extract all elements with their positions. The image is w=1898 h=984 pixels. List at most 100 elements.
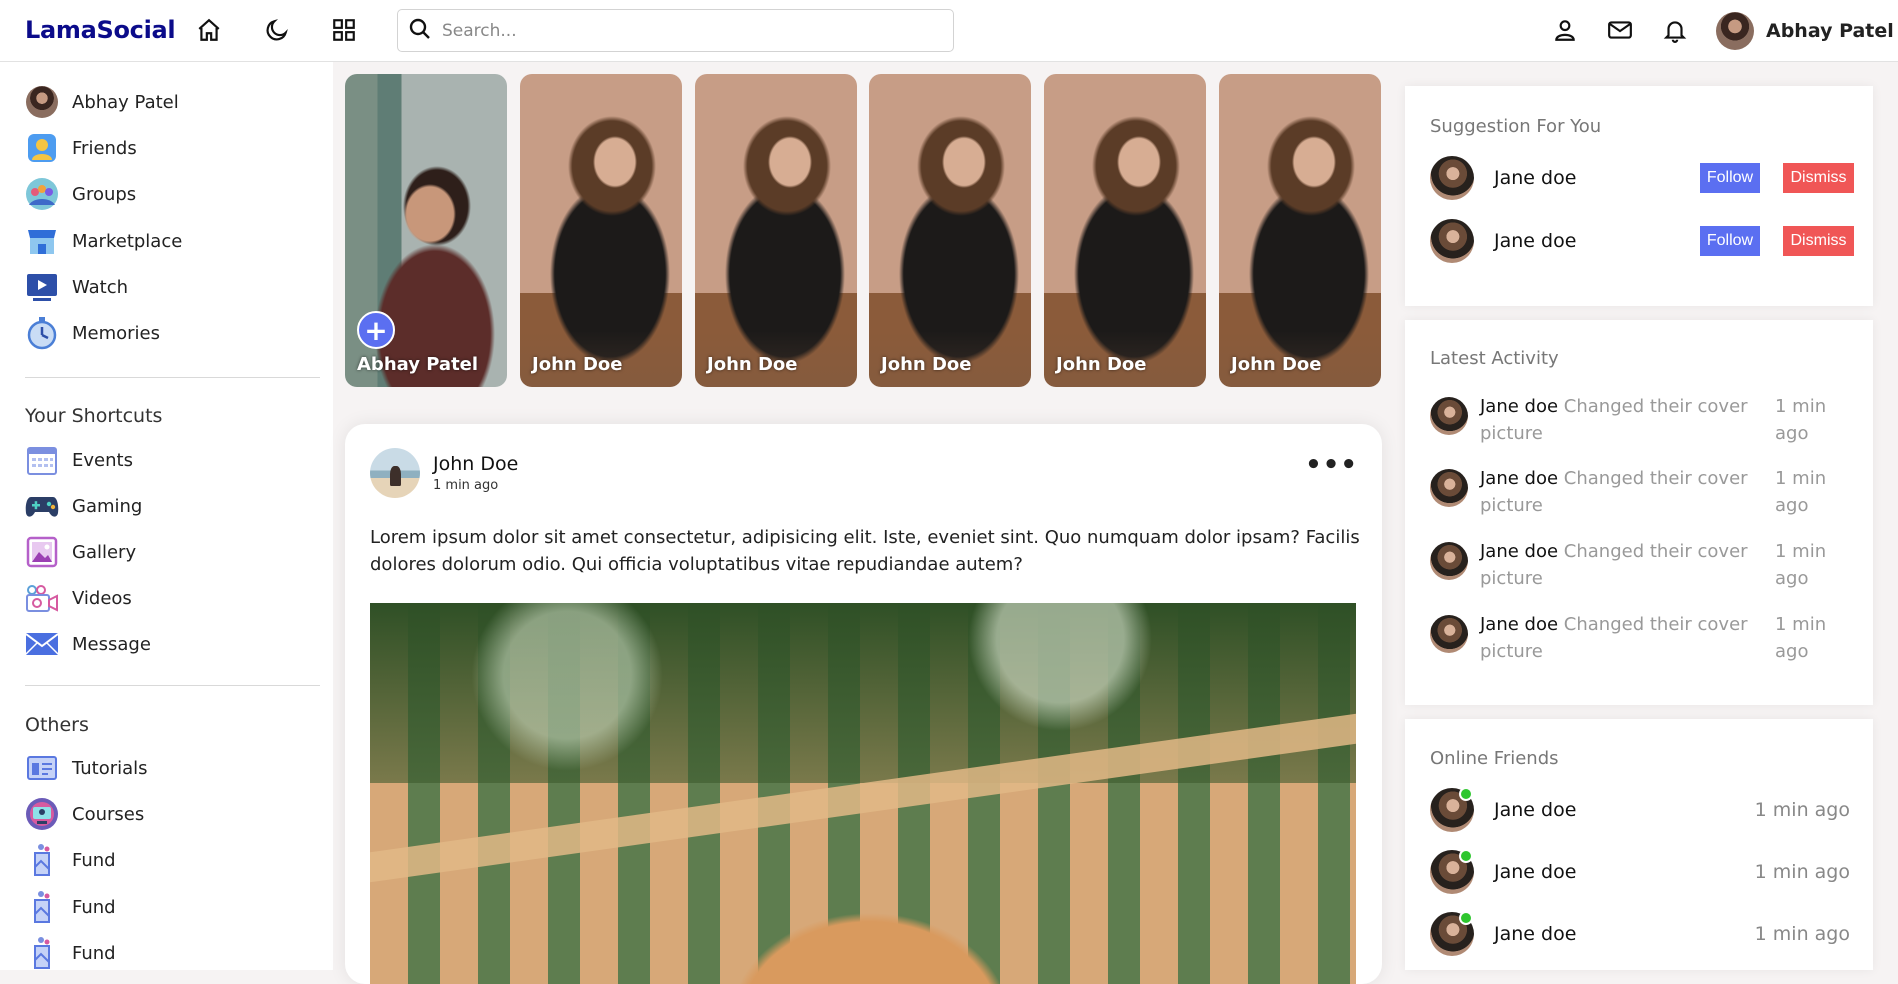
logo[interactable]: LamaSocial bbox=[25, 16, 176, 44]
videos-icon bbox=[25, 581, 59, 615]
fund-icon bbox=[25, 936, 59, 970]
activity-name[interactable]: Jane doe bbox=[1480, 468, 1558, 489]
online-friend-name: Jane doe bbox=[1494, 799, 1577, 821]
user-name: Abhay Patel bbox=[1766, 20, 1894, 42]
story-card[interactable]: John Doe bbox=[869, 74, 1031, 387]
sidebar-item-label: Fund bbox=[72, 942, 116, 964]
sidebar-item-fund[interactable]: Fund bbox=[25, 842, 116, 878]
avatar[interactable] bbox=[1430, 469, 1468, 507]
activity-time: 1 min ago bbox=[1775, 468, 1827, 516]
sidebar-item-memories[interactable]: Memories bbox=[25, 315, 160, 351]
post-author[interactable]: John Doe bbox=[433, 453, 518, 475]
suggestion-item: Jane doe Follow Dismiss bbox=[1430, 219, 1854, 263]
sidebar-item-groups[interactable]: Groups bbox=[25, 176, 136, 212]
home-icon[interactable] bbox=[193, 14, 225, 46]
sidebar-item-events[interactable]: Events bbox=[25, 442, 133, 478]
avatar[interactable] bbox=[370, 448, 420, 498]
online-friend-time: 1 min ago bbox=[1754, 923, 1850, 945]
memories-icon bbox=[25, 316, 59, 350]
sidebar-item-friends[interactable]: Friends bbox=[25, 130, 137, 166]
activity-name[interactable]: Jane doe bbox=[1480, 614, 1558, 635]
online-friend-item[interactable]: Jane doe 1 min ago bbox=[1430, 849, 1850, 894]
search-box[interactable] bbox=[397, 9, 954, 52]
message-icon bbox=[25, 627, 59, 661]
user-icon[interactable] bbox=[1549, 14, 1581, 46]
sidebar-item-courses[interactable]: Courses bbox=[25, 796, 144, 832]
fund-icon bbox=[25, 843, 59, 877]
bell-icon[interactable] bbox=[1659, 14, 1691, 46]
divider bbox=[25, 377, 320, 378]
avatar bbox=[1716, 12, 1754, 50]
moon-icon[interactable] bbox=[261, 14, 293, 46]
avatar[interactable] bbox=[1430, 542, 1468, 580]
sidebar-item-videos[interactable]: Videos bbox=[25, 580, 132, 616]
suggestion-name[interactable]: Jane doe bbox=[1494, 167, 1576, 189]
navbar: LamaSocial Abhay Patel bbox=[0, 0, 1898, 62]
post-card: John Doe 1 min ago ••• Lorem ipsum dolor… bbox=[345, 424, 1382, 984]
grid-icon[interactable] bbox=[328, 14, 360, 46]
story-card[interactable]: John Doe bbox=[695, 74, 857, 387]
activity-time: 1 min ago bbox=[1775, 396, 1827, 444]
online-status-dot bbox=[1459, 787, 1473, 801]
sidebar-item-profile[interactable]: Abhay Patel bbox=[25, 84, 179, 120]
activity-card: Latest Activity Jane doe Changed their c… bbox=[1405, 320, 1873, 705]
dismiss-button[interactable]: Dismiss bbox=[1783, 226, 1854, 256]
activity-item: Jane doe Changed their cover picture 1 m… bbox=[1430, 465, 1850, 519]
avatar[interactable] bbox=[1430, 397, 1468, 435]
dismiss-button[interactable]: Dismiss bbox=[1783, 163, 1854, 193]
story-card[interactable]: John Doe bbox=[1219, 74, 1381, 387]
groups-icon bbox=[25, 177, 59, 211]
sidebar-item-watch[interactable]: Watch bbox=[25, 269, 128, 305]
online-friend-item[interactable]: Jane doe 1 min ago bbox=[1430, 911, 1850, 956]
others-title: Others bbox=[25, 714, 89, 736]
sidebar-item-marketplace[interactable]: Marketplace bbox=[25, 223, 182, 259]
avatar[interactable] bbox=[1430, 156, 1474, 200]
online-friend-time: 1 min ago bbox=[1754, 861, 1850, 883]
story-name: John Doe bbox=[532, 354, 623, 375]
story-name: John Doe bbox=[707, 354, 798, 375]
sidebar-item-message[interactable]: Message bbox=[25, 626, 151, 662]
post-image[interactable] bbox=[370, 603, 1356, 984]
activity-name[interactable]: Jane doe bbox=[1480, 541, 1558, 562]
avatar[interactable] bbox=[1430, 219, 1474, 263]
sidebar-item-label: Gallery bbox=[72, 541, 137, 563]
story-card-own[interactable]: + Abhay Patel bbox=[345, 74, 507, 387]
online-status-dot bbox=[1459, 911, 1473, 925]
online-friend-item[interactable]: Jane doe 1 min ago bbox=[1430, 787, 1850, 832]
search-icon bbox=[408, 17, 432, 45]
sidebar-item-gaming[interactable]: Gaming bbox=[25, 488, 142, 524]
search-input[interactable] bbox=[442, 20, 922, 41]
marketplace-icon bbox=[25, 224, 59, 258]
add-story-button[interactable]: + bbox=[357, 311, 395, 349]
sidebar-item-tutorials[interactable]: Tutorials bbox=[25, 750, 148, 786]
watch-icon bbox=[25, 270, 59, 304]
suggestion-name[interactable]: Jane doe bbox=[1494, 230, 1576, 252]
sidebar-item-label: Message bbox=[72, 633, 151, 655]
sidebar-item-label: Courses bbox=[72, 803, 145, 825]
sidebar-item-gallery[interactable]: Gallery bbox=[25, 534, 136, 570]
follow-button[interactable]: Follow bbox=[1700, 163, 1760, 193]
friends-icon bbox=[25, 131, 59, 165]
user-menu[interactable]: Abhay Patel bbox=[1716, 12, 1894, 50]
sidebar-item-fund[interactable]: Fund bbox=[25, 889, 116, 925]
events-icon bbox=[25, 443, 59, 477]
online-friend-time: 1 min ago bbox=[1754, 799, 1850, 821]
left-sidebar: Abhay Patel Friends Groups Marketplace W… bbox=[0, 62, 333, 970]
activity-name[interactable]: Jane doe bbox=[1480, 396, 1558, 417]
follow-button[interactable]: Follow bbox=[1700, 226, 1760, 256]
online-friends-card: Online Friends Jane doe 1 min ago Jane d… bbox=[1405, 719, 1873, 970]
story-name: John Doe bbox=[881, 354, 972, 375]
sidebar-item-label: Watch bbox=[72, 276, 129, 298]
sidebar-item-fund[interactable]: Fund bbox=[25, 935, 116, 971]
sidebar-item-label: Events bbox=[72, 449, 133, 471]
fund-icon bbox=[25, 890, 59, 924]
mail-icon[interactable] bbox=[1604, 14, 1636, 46]
avatar[interactable] bbox=[1430, 615, 1468, 653]
sidebar-item-label: Gaming bbox=[72, 495, 143, 517]
more-options-icon[interactable]: ••• bbox=[1305, 452, 1358, 478]
sidebar-item-label: Fund bbox=[72, 849, 116, 871]
story-card[interactable]: John Doe bbox=[1044, 74, 1206, 387]
activity-title: Latest Activity bbox=[1430, 348, 1559, 369]
sidebar-item-label: Fund bbox=[72, 896, 116, 918]
story-card[interactable]: John Doe bbox=[520, 74, 682, 387]
